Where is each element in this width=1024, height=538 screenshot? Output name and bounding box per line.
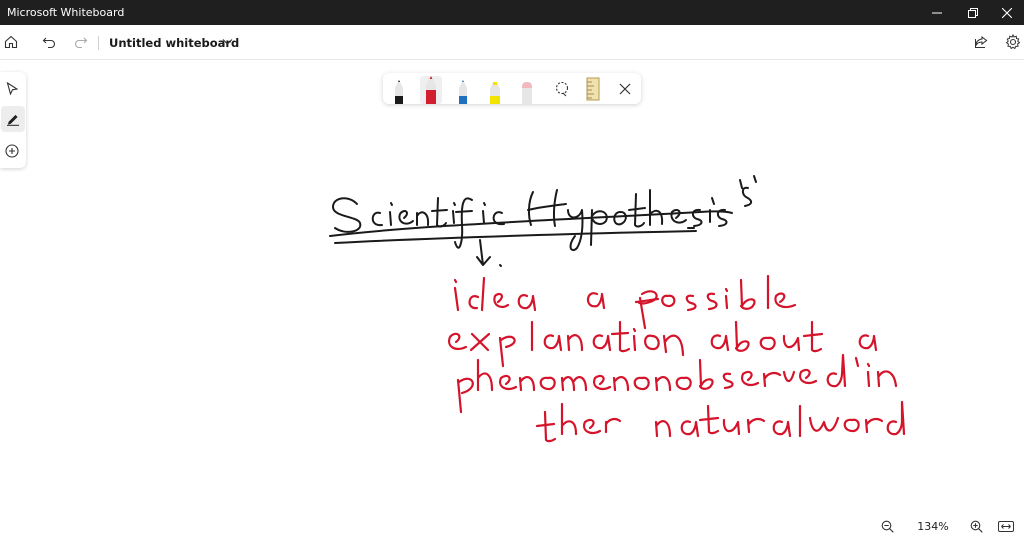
handwriting-heading <box>329 175 757 267</box>
settings-button[interactable] <box>1000 29 1024 55</box>
handwriting-body <box>448 274 906 443</box>
zoom-in-icon <box>970 520 983 533</box>
redo-button[interactable] <box>68 29 94 55</box>
fit-to-screen-button[interactable] <box>996 517 1016 535</box>
share-button[interactable] <box>968 29 994 55</box>
undo-icon <box>42 37 56 49</box>
undo-button[interactable] <box>36 29 62 55</box>
zoom-level: 134% <box>917 520 949 533</box>
close-window-button[interactable] <box>990 0 1024 25</box>
minimize-button[interactable] <box>920 0 954 25</box>
zoom-out-button[interactable] <box>877 517 897 535</box>
chevron-down-icon[interactable] <box>222 38 233 46</box>
app-header: Untitled whiteboard <box>0 25 1024 60</box>
document-title[interactable]: Untitled whiteboard <box>109 36 239 50</box>
ink-layer <box>329 175 906 443</box>
redo-icon <box>74 37 88 49</box>
divider <box>98 36 99 50</box>
whiteboard-canvas[interactable] <box>0 60 1024 538</box>
restore-button[interactable] <box>956 0 990 25</box>
close-icon <box>1002 7 1012 18</box>
fit-to-screen-icon <box>998 520 1014 532</box>
minimize-icon <box>932 12 942 13</box>
gear-icon <box>1005 34 1021 50</box>
app-title: Microsoft Whiteboard <box>7 6 125 19</box>
home-button[interactable] <box>0 29 24 55</box>
zoom-controls: 134% <box>872 514 1024 538</box>
home-icon <box>4 35 18 49</box>
zoom-out-icon <box>881 520 894 533</box>
zoom-in-button[interactable] <box>966 517 986 535</box>
title-bar: Microsoft Whiteboard <box>0 0 1024 25</box>
restore-icon <box>968 7 978 18</box>
share-icon <box>974 35 988 48</box>
